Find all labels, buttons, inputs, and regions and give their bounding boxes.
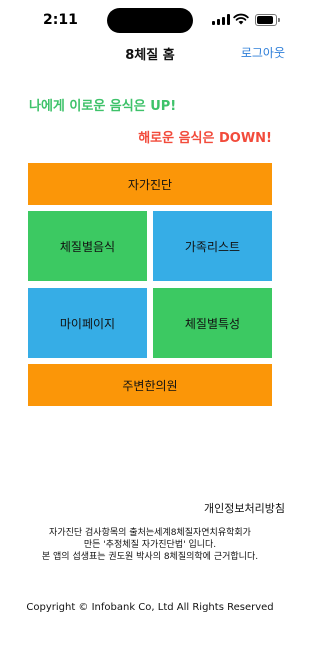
privacy-policy-link[interactable]: 개인정보처리방침 [204,500,285,516]
constitution-food-label: 체질별음식 [59,239,116,254]
source-notice-line: 자가진단 검사항목의 출처는세계8체질자연치유학회가 [49,528,251,538]
copyright-text: Copyright © Infobank Co, Ltd All Rights … [26,602,274,613]
source-notice-line: 만든 '추정체질 자가진단법' 입니다. [83,540,217,550]
wifi-icon [233,13,249,25]
constitution-features-button[interactable]: 체질별특성 [153,288,272,358]
up-food-banner: 나에게 이로운 음식은 UP! [29,99,177,114]
status-bar: 2:11 [0,0,300,40]
family-list-label: 가족리스트 [184,239,241,254]
my-page-label: 마이페이지 [59,316,116,331]
dynamic-island [107,8,193,33]
self-diagnosis-label: 자가진단 [127,177,173,192]
source-notice-line: 본 앱의 섭생표는 권도원 박사의 8체질의학에 근거합니다. [41,552,259,562]
nearby-clinic-button[interactable]: 주변한의원 [28,364,272,406]
source-notice: 자가진단 검사항목의 출처는세계8체질자연치유학회가 만든 '추정체질 자가진단… [0,527,300,563]
constitution-food-button[interactable]: 체질별음식 [28,211,147,281]
family-list-button[interactable]: 가족리스트 [153,211,272,281]
down-food-banner: 해로운 음식은 DOWN! [138,131,272,146]
self-diagnosis-button[interactable]: 자가진단 [28,163,272,205]
status-time: 2:11 [43,12,78,28]
constitution-features-label: 체질별특성 [184,316,241,331]
battery-icon [255,14,280,26]
cellular-signal-icon [212,14,230,25]
my-page-button[interactable]: 마이페이지 [28,288,147,358]
nearby-clinic-label: 주변한의원 [122,378,178,393]
logout-button[interactable]: 로그아웃 [241,44,285,61]
